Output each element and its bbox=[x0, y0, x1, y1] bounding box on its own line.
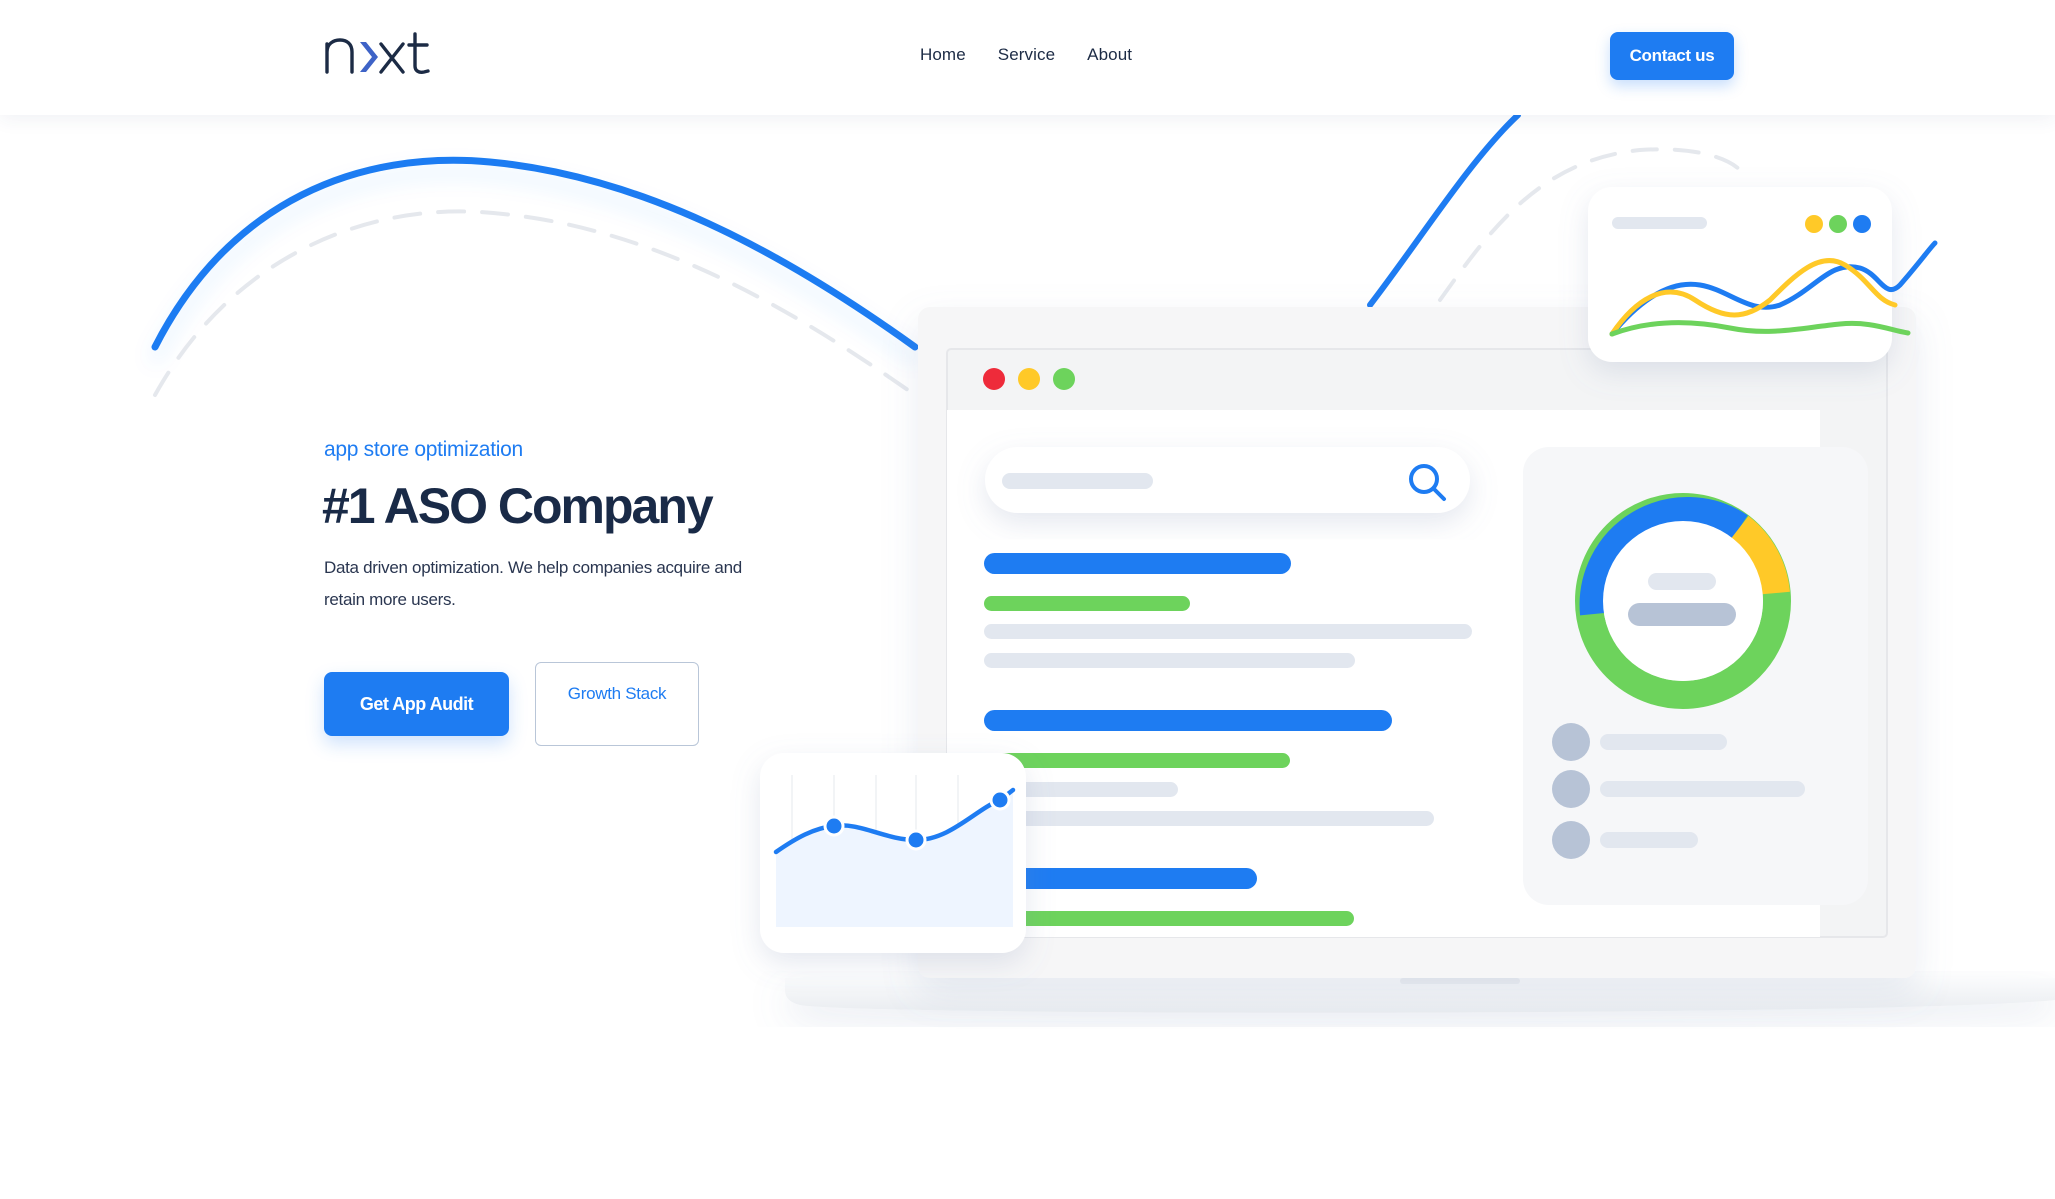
nav-about-link[interactable]: About bbox=[1087, 45, 1132, 65]
brand-logo[interactable] bbox=[323, 32, 433, 78]
growth-stack-button[interactable]: Growth Stack bbox=[535, 662, 699, 746]
hero-illustration bbox=[151, 112, 2055, 1013]
nav-service-link[interactable]: Service bbox=[998, 45, 1055, 65]
nav-home-link[interactable]: Home bbox=[920, 45, 966, 65]
hero-title: #1 ASO Company bbox=[322, 478, 714, 534]
decorative-wave-line bbox=[151, 156, 919, 351]
floating-analytics-card bbox=[1588, 187, 1892, 362]
main-nav: Home Service About bbox=[920, 45, 1132, 65]
decorative-dashed-line bbox=[153, 209, 917, 397]
get-app-audit-button[interactable]: Get App Audit bbox=[324, 672, 509, 736]
decorative-wave-line-right bbox=[1367, 112, 1521, 308]
hero-eyebrow: app store optimization bbox=[324, 438, 523, 461]
logo-chevron-icon bbox=[360, 42, 378, 72]
window-maximize-dot bbox=[1053, 368, 1075, 390]
site-header: Home Service About Contact us bbox=[0, 0, 2055, 115]
window-close-dot bbox=[983, 368, 1005, 390]
contact-us-button[interactable]: Contact us bbox=[1610, 32, 1734, 80]
window-minimize-dot bbox=[1018, 368, 1040, 390]
hero-description: Data driven optimization. We help compan… bbox=[324, 558, 742, 609]
